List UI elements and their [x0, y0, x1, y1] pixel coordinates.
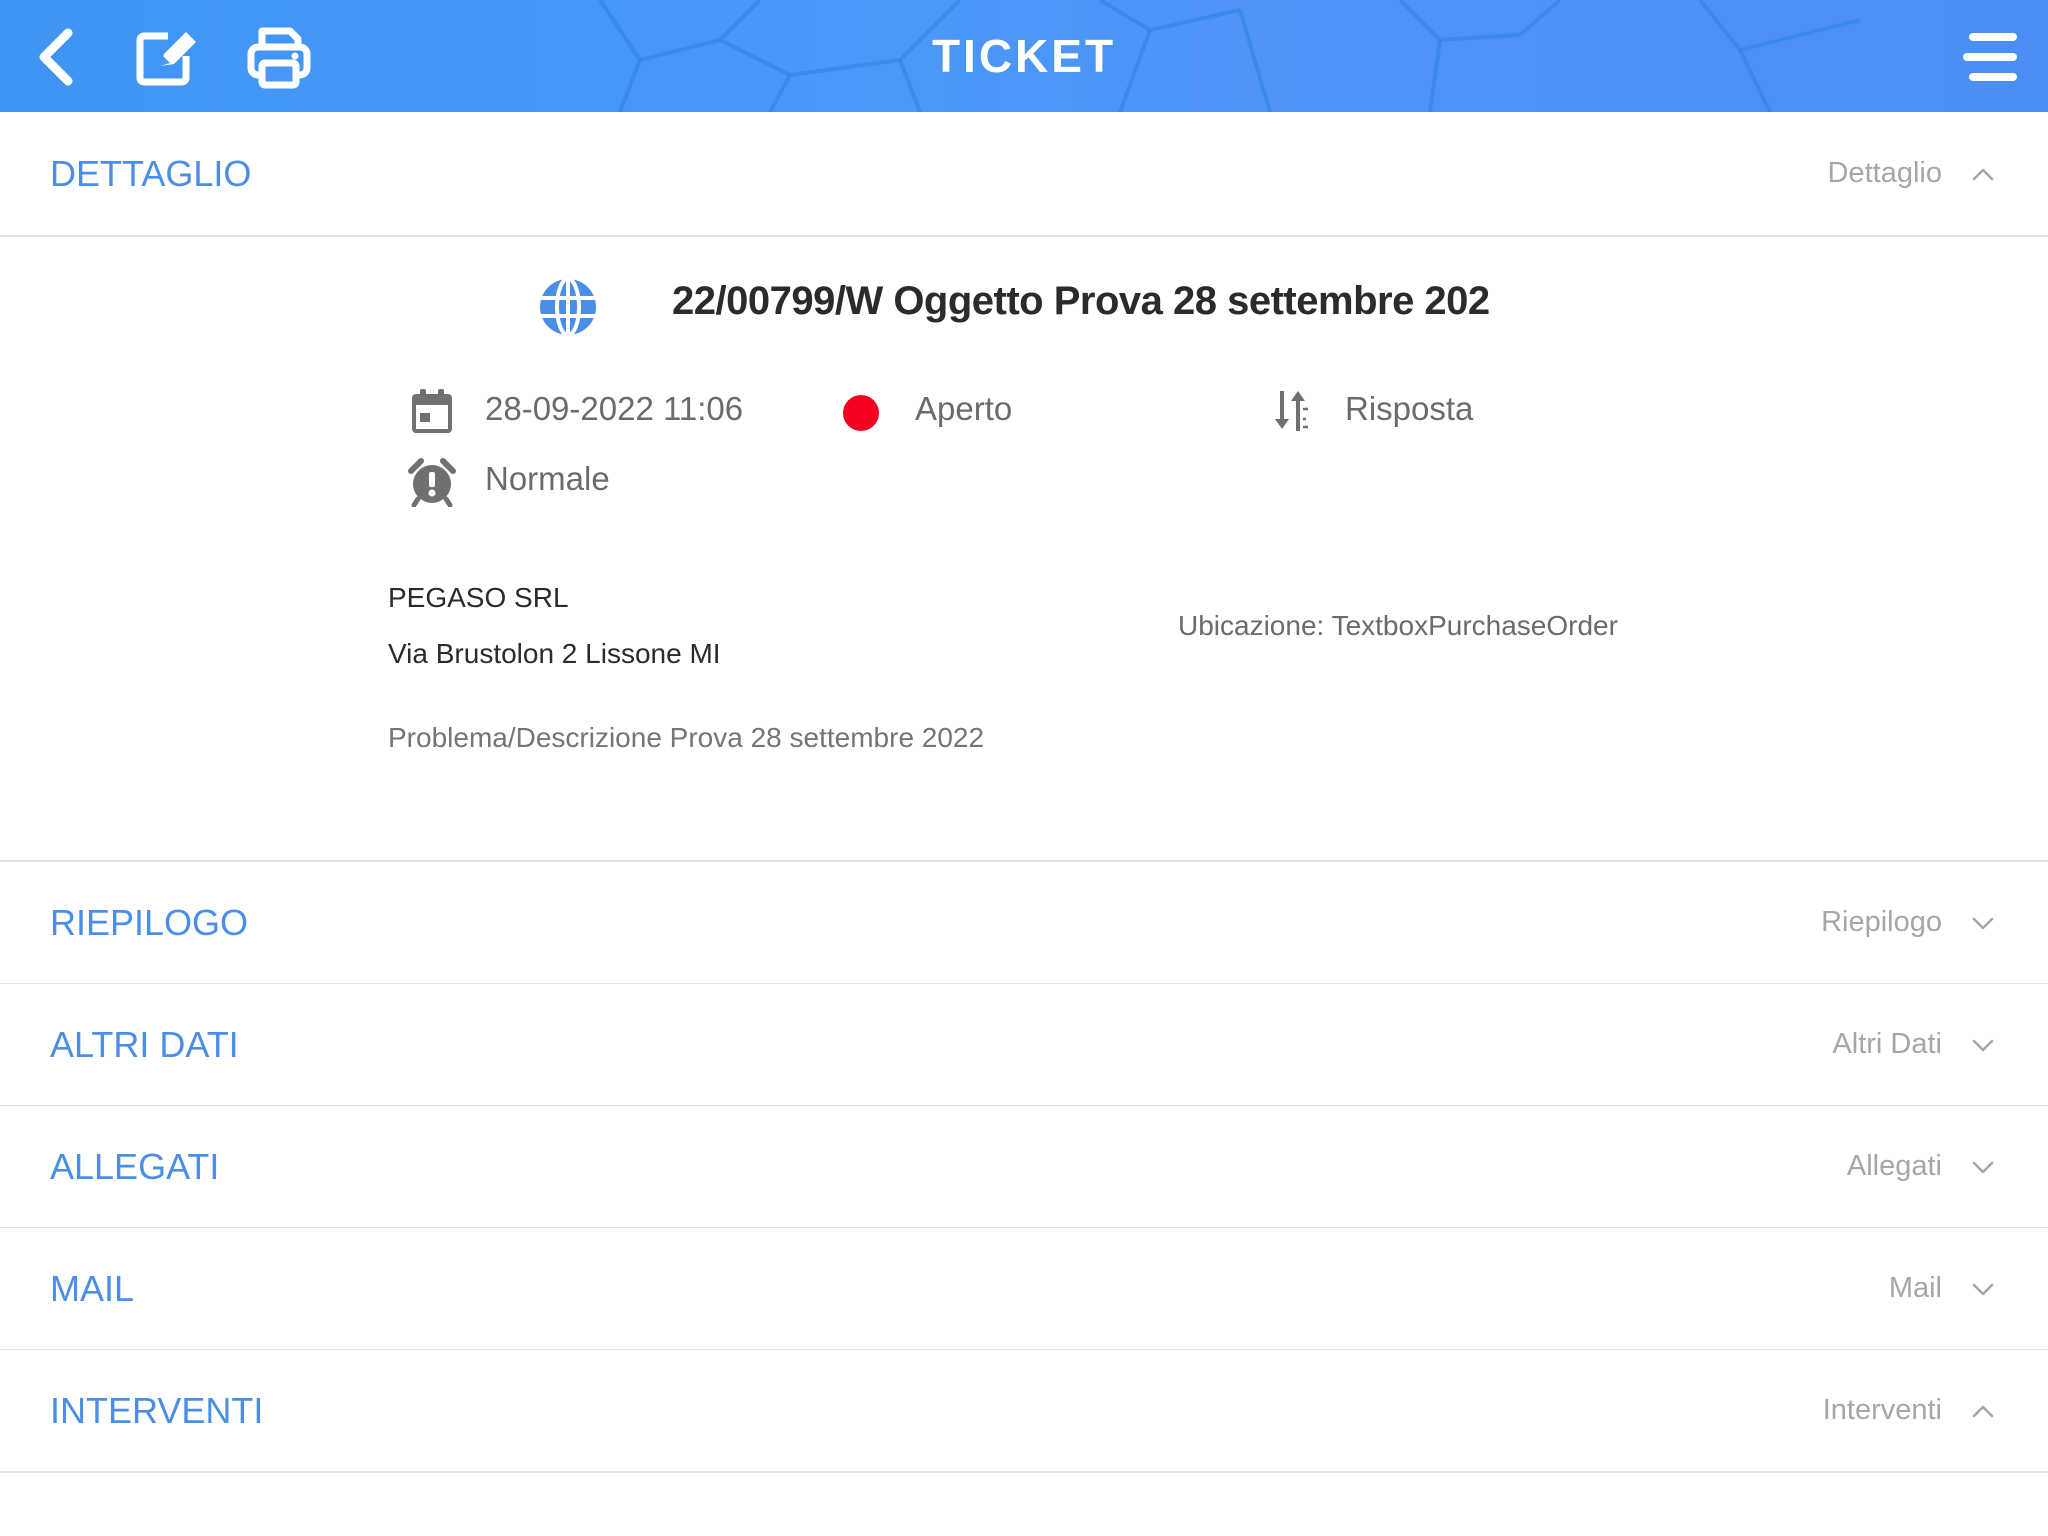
chevron-up-icon — [1972, 168, 1994, 181]
section-title: ALTRI DATI — [50, 1024, 239, 1065]
ticket-status: Aperto — [915, 390, 1013, 427]
chevron-down-icon — [1972, 1161, 1994, 1174]
section-mail-header[interactable]: MAIL Mail — [0, 1228, 2048, 1351]
edit-button[interactable] — [132, 22, 202, 92]
chevron-down-icon — [1972, 1039, 1994, 1052]
section-title: ALLEGATI — [50, 1146, 220, 1187]
section-subtitle: Interventi — [1822, 1394, 1942, 1426]
alarm-clock-icon — [408, 458, 456, 507]
section-subtitle: Riepilogo — [1821, 906, 1942, 938]
section-dettaglio-header[interactable]: DETTAGLIO Dettaglio — [0, 113, 2048, 237]
section-subtitle: Allegati — [1846, 1150, 1942, 1182]
chevron-down-icon — [1972, 917, 1994, 930]
company-name: PEGASO SRL — [388, 582, 569, 613]
chevron-up-icon — [1972, 1405, 1994, 1418]
section-subtitle: Dettaglio — [1827, 157, 1942, 189]
section-title: MAIL — [50, 1268, 135, 1309]
company-address: Via Brustolon 2 Lissone MI — [388, 638, 721, 669]
menu-icon — [1963, 33, 2017, 81]
ticket-direction: Risposta — [1345, 390, 1474, 427]
section-title: DETTAGLIO — [50, 153, 252, 194]
print-button[interactable] — [244, 22, 314, 92]
section-title: INTERVENTI — [50, 1390, 264, 1431]
print-icon — [247, 27, 311, 89]
section-subtitle: Altri Dati — [1832, 1028, 1942, 1060]
problem-description: Problema/Descrizione Prova 28 settembre … — [388, 722, 985, 753]
ticket-detail-panel: 22/00799/W Oggetto Prova 28 settembre 20… — [0, 237, 2048, 863]
ticket-title: 22/00799/W Oggetto Prova 28 settembre 20… — [672, 279, 1490, 323]
top-bar: TICKET — [0, 0, 2048, 112]
globe-icon — [540, 277, 596, 337]
status-dot — [843, 395, 879, 431]
section-subtitle: Mail — [1888, 1272, 1942, 1304]
sort-arrows-icon — [1275, 391, 1308, 431]
section-allegati-header[interactable]: ALLEGATI Allegati — [0, 1106, 2048, 1229]
chevron-down-icon — [1972, 1283, 1994, 1296]
back-button[interactable] — [22, 22, 92, 92]
section-title: RIEPILOGO — [50, 902, 249, 943]
section-altri-dati-header[interactable]: ALTRI DATI Altri Dati — [0, 984, 2048, 1107]
edit-icon — [136, 32, 196, 86]
location-label: Ubicazione: TextboxPurchaseOrder — [1178, 610, 1618, 641]
ticket-date: 28-09-2022 11:06 — [485, 390, 744, 427]
menu-button[interactable] — [1956, 22, 2026, 92]
ticket-priority: Normale — [485, 460, 610, 497]
chevron-left-icon — [39, 28, 73, 86]
section-riepilogo-header[interactable]: RIEPILOGO Riepilogo — [0, 862, 2048, 985]
calendar-icon — [412, 389, 452, 433]
section-interventi-header[interactable]: INTERVENTI Interventi — [0, 1350, 2048, 1473]
